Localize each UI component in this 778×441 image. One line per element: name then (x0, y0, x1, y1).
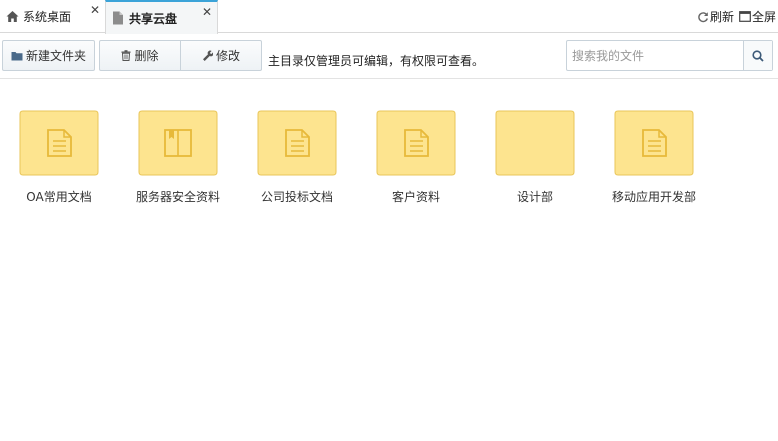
folder-icon (138, 110, 218, 176)
folder-icon (376, 110, 456, 176)
fullscreen-icon (739, 11, 751, 22)
delete-label: 删除 (134, 49, 159, 63)
edit-label: 修改 (215, 49, 240, 63)
tab-system-desktop[interactable]: 系统桌面 ✕ (0, 0, 105, 33)
refresh-label: 刷新 (709, 10, 734, 24)
folder-name: 移动应用开发部 (611, 190, 696, 204)
wrench-icon (202, 50, 213, 61)
fullscreen-label: 全屏 (751, 10, 776, 24)
folder-name: 公司投标文档 (260, 190, 333, 204)
folder-item[interactable]: 服务器安全资料 (123, 110, 233, 210)
tab-label: 系统桌面 (23, 10, 72, 24)
tab-shared-cloud-disk[interactable]: 共享云盘 ✕ (105, 0, 218, 34)
tab-label: 共享云盘 (129, 11, 178, 26)
folder-item[interactable]: 移动应用开发部 (599, 110, 709, 210)
close-icon[interactable]: ✕ (90, 4, 100, 16)
folder-icon (614, 110, 694, 176)
new-folder-button[interactable]: 新建文件夹 (2, 40, 95, 71)
search-input[interactable] (567, 41, 743, 70)
search-box (566, 40, 773, 71)
folder-name: OA常用文档 (26, 190, 92, 204)
refresh-icon (698, 11, 708, 22)
tab-bar: 系统桌面 ✕ 共享云盘 ✕ 刷新 全屏 (0, 0, 778, 34)
folder-icon (495, 110, 575, 176)
folder-icon (19, 110, 99, 176)
toolbar: 新建文件夹 删除 修改 主目录仅管理员可编辑，有权限可查看。 (0, 33, 778, 79)
header-actions: 刷新 全屏 (697, 0, 776, 33)
permission-notice: 主目录仅管理员可编辑，有权限可查看。 (268, 54, 485, 68)
folder-name: 服务器安全资料 (135, 190, 220, 204)
folder-name: 客户资料 (391, 190, 440, 204)
folder-item[interactable]: 客户资料 (361, 110, 471, 210)
folder-icon (257, 110, 337, 176)
folder-item[interactable]: 公司投标文档 (242, 110, 352, 210)
search-icon (752, 49, 764, 62)
new-folder-label: 新建文件夹 (25, 49, 86, 63)
folder-name: 设计部 (516, 190, 553, 204)
close-icon[interactable]: ✕ (202, 6, 212, 18)
document-icon (111, 11, 125, 25)
edit-button[interactable]: 修改 (180, 40, 262, 71)
fullscreen-button[interactable]: 全屏 (739, 8, 776, 25)
home-icon (5, 10, 19, 24)
folder-icon (11, 51, 23, 60)
refresh-button[interactable]: 刷新 (697, 8, 734, 25)
folder-item[interactable]: 设计部 (480, 110, 590, 210)
trash-icon (121, 50, 131, 61)
search-button[interactable] (743, 41, 772, 70)
folder-item[interactable]: OA常用文档 (4, 110, 114, 210)
delete-button[interactable]: 删除 (99, 40, 181, 71)
